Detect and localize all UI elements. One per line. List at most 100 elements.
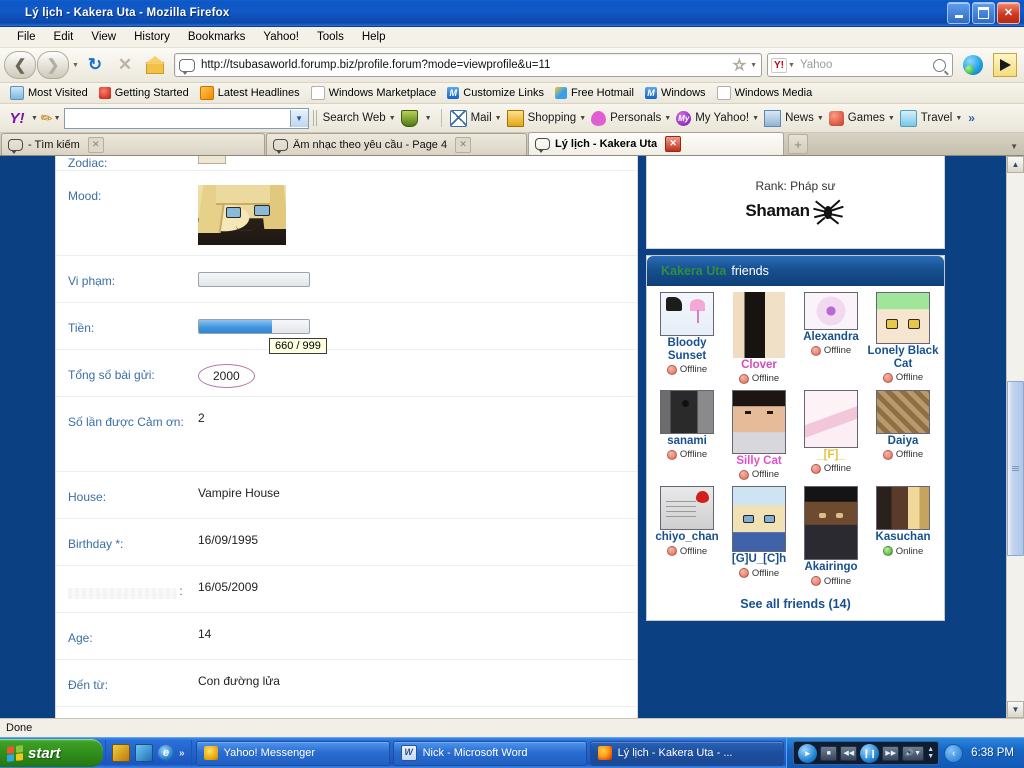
news-dropdown-icon[interactable]: ▼ <box>817 115 824 122</box>
friend-name[interactable]: sanami <box>667 435 707 448</box>
tab-tim-kiem[interactable]: - Tìm kiếm ✕ <box>1 133 265 155</box>
tab-close-icon[interactable]: ✕ <box>665 136 682 152</box>
friend-item[interactable]: Akairingo Offline <box>795 486 867 590</box>
megaphone-icon[interactable] <box>990 51 1020 79</box>
tab-list-dropdown-icon[interactable]: ▼ <box>1010 142 1024 155</box>
quicklaunch-overflow-icon[interactable]: » <box>179 748 185 759</box>
menu-history[interactable]: History <box>125 29 179 45</box>
menu-yahoo[interactable]: Yahoo! <box>254 29 308 45</box>
friend-name[interactable]: _[F]_ <box>817 449 844 462</box>
friend-name[interactable]: chiyo_chan <box>655 531 718 544</box>
friend-name[interactable]: Silly Cat <box>736 455 781 468</box>
tab-ly-lich-kakera-uta[interactable]: Lý lịch - Kakera Uta ✕ <box>528 132 784 155</box>
minimize-button[interactable] <box>947 2 970 24</box>
home-icon[interactable] <box>141 51 169 79</box>
yahoo-search-dropdown-icon[interactable]: ▼ <box>289 109 308 127</box>
friend-name[interactable]: [G]U_[C]h <box>732 553 786 566</box>
search-web-dropdown-icon[interactable]: ▼ <box>389 115 396 122</box>
wmp-resize-handle[interactable]: ▲ ▼ <box>927 746 934 760</box>
shield-dropdown-icon[interactable]: ▼ <box>425 115 432 122</box>
yahoo-search-input[interactable]: ▼ <box>63 107 309 129</box>
tab-close-icon[interactable]: ✕ <box>87 136 104 153</box>
taskbar-item-firefox[interactable]: Lý lịch - Kakera Uta - ... <box>589 740 784 766</box>
bookmark-customize-links[interactable]: M Customize Links <box>442 86 549 100</box>
yahoo-shopping-button[interactable]: Shopping <box>505 109 579 127</box>
bookmark-most-visited[interactable]: Most Visited <box>5 85 93 101</box>
yahoo-search-icon[interactable]: Y! <box>771 57 787 73</box>
back-button[interactable]: ❮ <box>4 51 36 79</box>
bookmark-windows-media[interactable]: Windows Media <box>712 85 818 101</box>
stop-button[interactable]: ■ <box>820 745 838 761</box>
bookmark-getting-started[interactable]: Getting Started <box>94 86 194 100</box>
search-magnifier-icon[interactable] <box>933 58 946 72</box>
personals-dropdown-icon[interactable]: ▼ <box>664 115 671 122</box>
start-button[interactable]: start <box>0 739 103 767</box>
forward-button[interactable]: ❯ <box>37 51 69 79</box>
friend-item[interactable]: sanami Offline <box>651 390 723 484</box>
friend-name[interactable]: Akairingo <box>804 561 857 574</box>
pause-button[interactable]: ❙❙ <box>860 743 880 763</box>
friend-item[interactable]: Bloody Sunset Offline <box>651 292 723 388</box>
volume-button[interactable]: 🔊▼ <box>902 745 925 761</box>
my-yahoo-dropdown-icon[interactable]: ▼ <box>752 115 759 122</box>
menu-tools[interactable]: Tools <box>308 29 353 45</box>
bookmark-free-hotmail[interactable]: Free Hotmail <box>550 86 639 100</box>
tab-am-nhac[interactable]: Âm nhạc theo yêu cầu - Page 4 ✕ <box>266 133 527 155</box>
yahoo-personals-button[interactable]: Personals <box>589 110 663 126</box>
yahoo-logo-icon[interactable]: Y! <box>4 109 30 127</box>
pencil-icon[interactable]: ✎ <box>37 108 56 129</box>
url-text[interactable]: http://tsubasaworld.forump.biz/profile.f… <box>201 59 733 71</box>
menu-file[interactable]: File <box>8 29 45 45</box>
friend-name[interactable]: Daiya <box>888 435 919 448</box>
yahoo-travel-button[interactable]: Travel <box>898 109 955 127</box>
previous-button[interactable]: ◀◀ <box>840 745 858 761</box>
friend-name[interactable]: Clover <box>741 359 777 372</box>
friend-item[interactable]: [G]U_[C]h Offline <box>723 486 795 590</box>
bookmark-windows-marketplace[interactable]: Windows Marketplace <box>306 85 442 101</box>
travel-dropdown-icon[interactable]: ▼ <box>955 115 962 122</box>
toolbar-grip[interactable] <box>312 110 317 126</box>
friend-name[interactable]: Bloody Sunset <box>651 337 723 363</box>
friend-item[interactable]: chiyo_chan Offline <box>651 486 723 590</box>
taskbar-clock[interactable]: 6:38 PM <box>968 747 1020 759</box>
bookmark-star-icon[interactable]: ☆ <box>732 56 746 75</box>
quicklaunch-icon-1[interactable] <box>112 744 130 762</box>
internet-explorer-icon[interactable]: e <box>158 745 174 761</box>
search-input[interactable]: Yahoo <box>795 59 933 71</box>
reload-icon[interactable]: ↻ <box>81 51 109 79</box>
bookmark-latest-headlines[interactable]: Latest Headlines <box>195 85 305 101</box>
menu-bookmarks[interactable]: Bookmarks <box>179 29 255 45</box>
maximize-button[interactable] <box>972 2 995 24</box>
toolbar-overflow-icon[interactable]: » <box>968 111 975 125</box>
scroll-up-button[interactable]: ▲ <box>1007 156 1024 173</box>
friend-name[interactable]: Alexandra <box>803 331 859 344</box>
stop-icon[interactable]: ✕ <box>111 51 139 79</box>
friend-item[interactable]: _[F]_ Offline <box>795 390 867 484</box>
yahoo-search-web-button[interactable]: Search Web <box>321 112 388 124</box>
see-all-friends-link[interactable]: See all friends (14) <box>647 593 944 620</box>
yahoo-shield-button[interactable] <box>399 109 424 127</box>
close-button[interactable]: ✕ <box>997 2 1020 24</box>
url-bar[interactable]: http://tsubasaworld.forump.biz/profile.f… <box>173 53 762 77</box>
yahoo-games-button[interactable]: Games <box>827 110 887 126</box>
friend-item[interactable]: Clover Offline <box>723 292 795 388</box>
history-dropdown-icon[interactable]: ▼ <box>72 62 79 69</box>
scrollbar-thumb[interactable] <box>1007 381 1024 556</box>
menu-view[interactable]: View <box>82 29 125 45</box>
taskbar-item-yahoo-messenger[interactable]: Yahoo! Messenger <box>195 740 390 766</box>
friend-item[interactable]: Silly Cat Offline <box>723 390 795 484</box>
friend-name[interactable]: Lonely Black Cat <box>867 345 939 371</box>
tab-close-icon[interactable]: ✕ <box>455 136 472 153</box>
url-dropdown-icon[interactable]: ▼ <box>750 62 757 69</box>
skype-icon[interactable] <box>958 51 988 79</box>
new-tab-button[interactable]: + <box>788 134 808 154</box>
quicklaunch-icon-2[interactable] <box>135 744 153 762</box>
vertical-scrollbar[interactable]: ▲ ▼ <box>1006 156 1024 718</box>
yahoo-my-yahoo-button[interactable]: My My Yahoo! <box>674 110 751 126</box>
bookmark-windows[interactable]: M Windows <box>640 86 711 100</box>
next-button[interactable]: ▶▶ <box>882 745 900 761</box>
mail-dropdown-icon[interactable]: ▼ <box>495 115 502 122</box>
yahoo-news-button[interactable]: News <box>762 109 816 127</box>
games-dropdown-icon[interactable]: ▼ <box>888 115 895 122</box>
scroll-down-button[interactable]: ▼ <box>1007 701 1024 718</box>
